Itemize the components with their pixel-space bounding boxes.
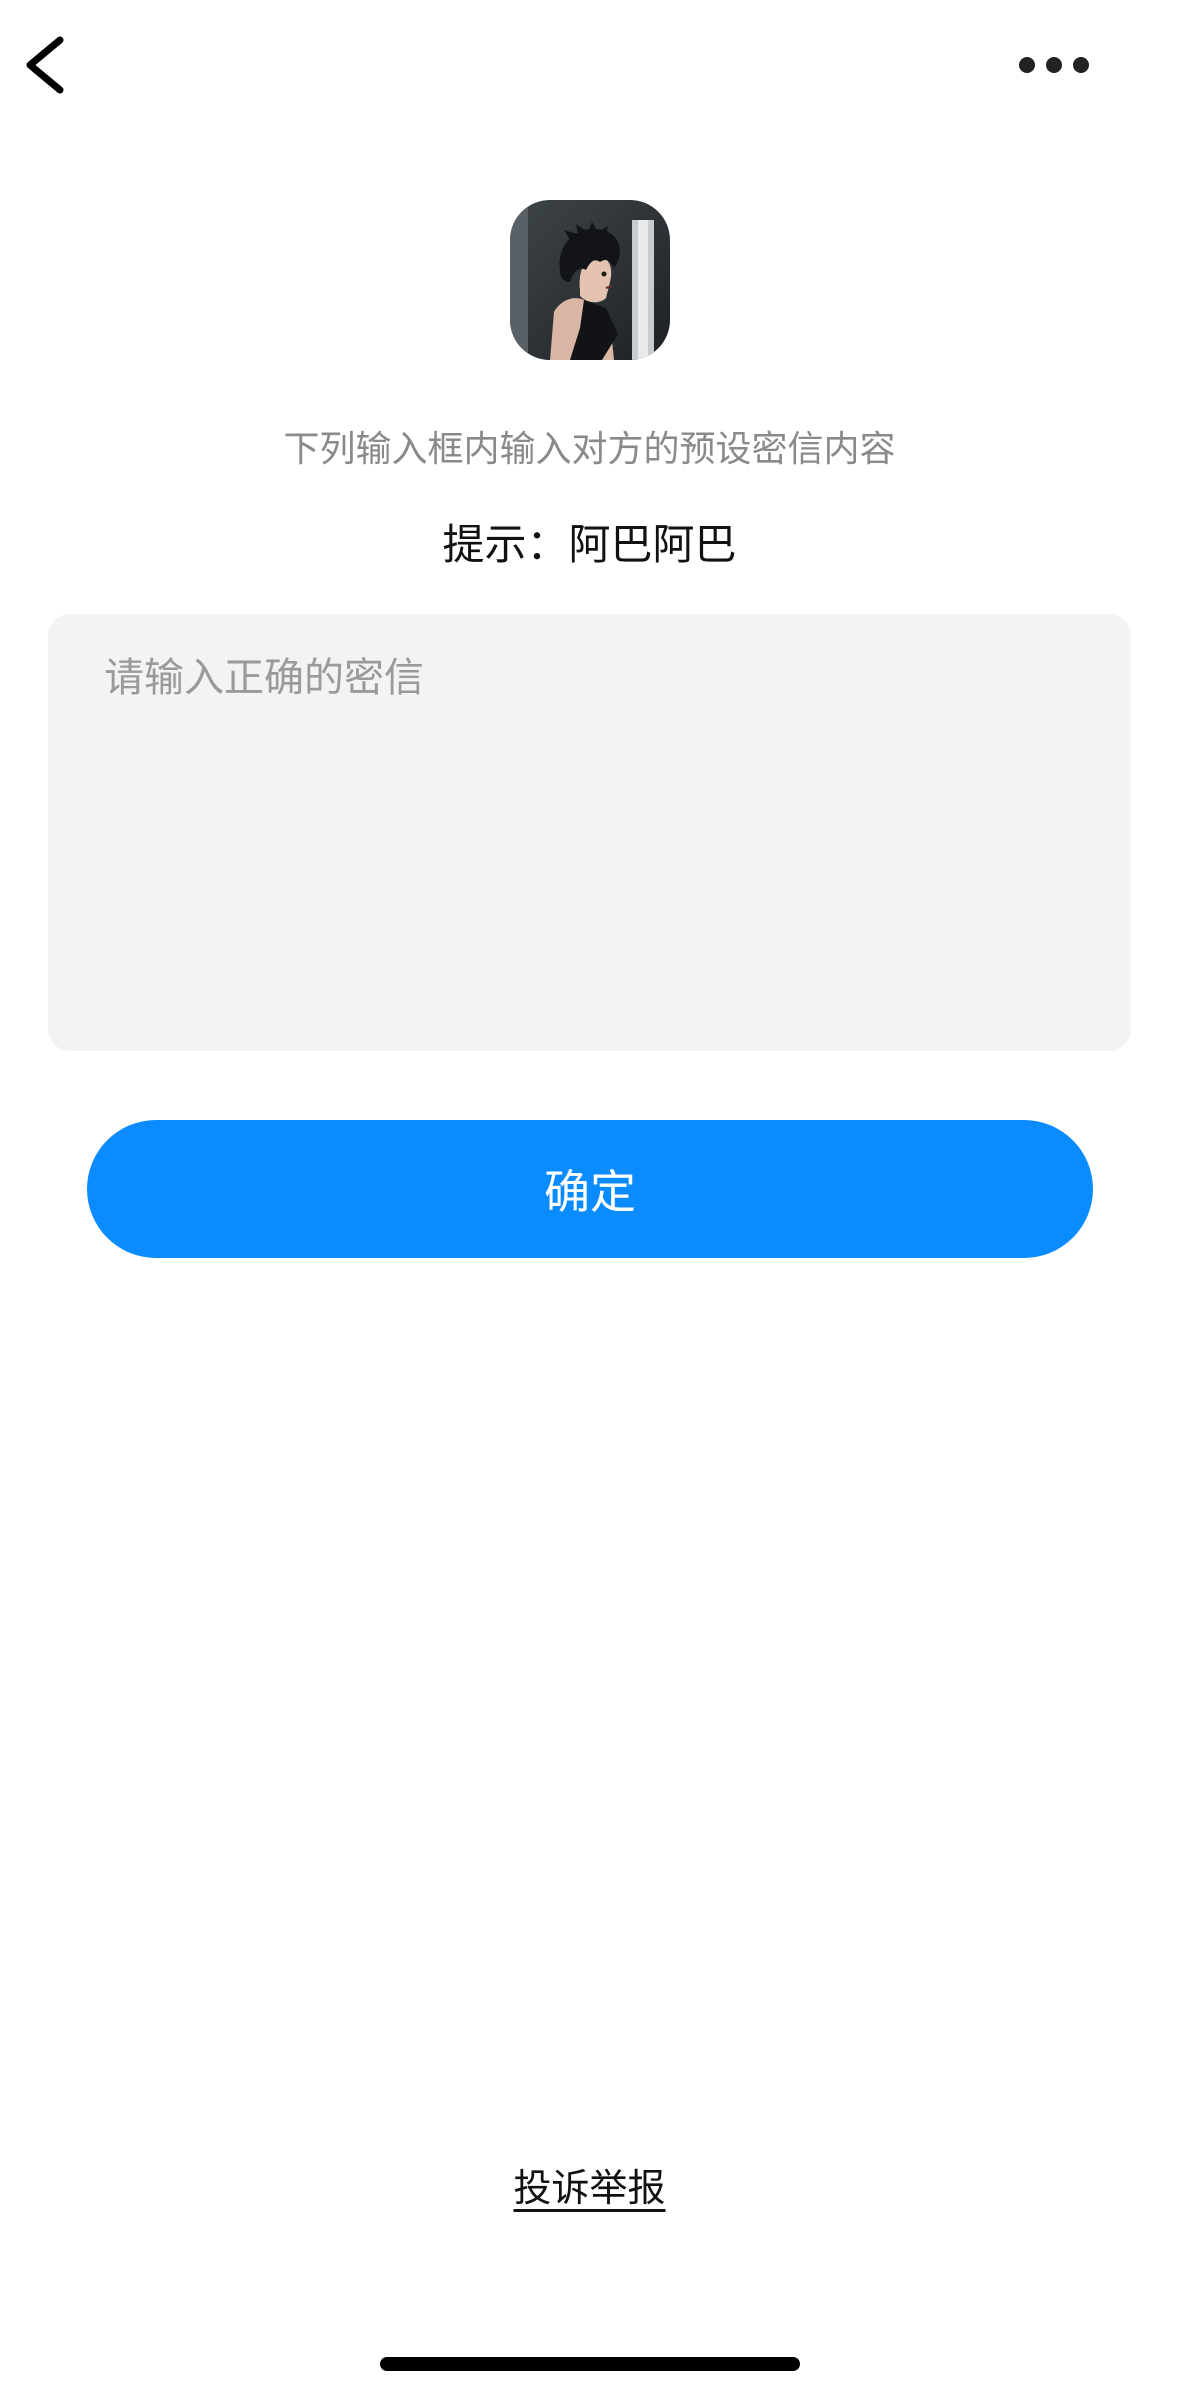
more-horizontal-icon <box>1019 57 1089 73</box>
hint-line: 提示：阿巴阿巴 <box>0 515 1179 575</box>
hint-label: 提示： <box>442 520 569 569</box>
avatar-image <box>510 200 670 360</box>
home-indicator <box>380 2357 800 2371</box>
nav-bar <box>0 0 1179 140</box>
chevron-left-icon <box>26 36 64 94</box>
hint-value: 阿巴阿巴 <box>568 520 737 569</box>
secret-message-input[interactable] <box>48 614 1131 1051</box>
confirm-button[interactable]: 确定 <box>87 1120 1093 1258</box>
back-button[interactable] <box>10 20 90 120</box>
report-link[interactable]: 投诉举报 <box>0 2160 1179 2216</box>
avatar <box>510 200 670 360</box>
more-button[interactable] <box>1000 30 1100 100</box>
instruction-text: 下列输入框内输入对方的预设密信内容 <box>283 429 896 470</box>
